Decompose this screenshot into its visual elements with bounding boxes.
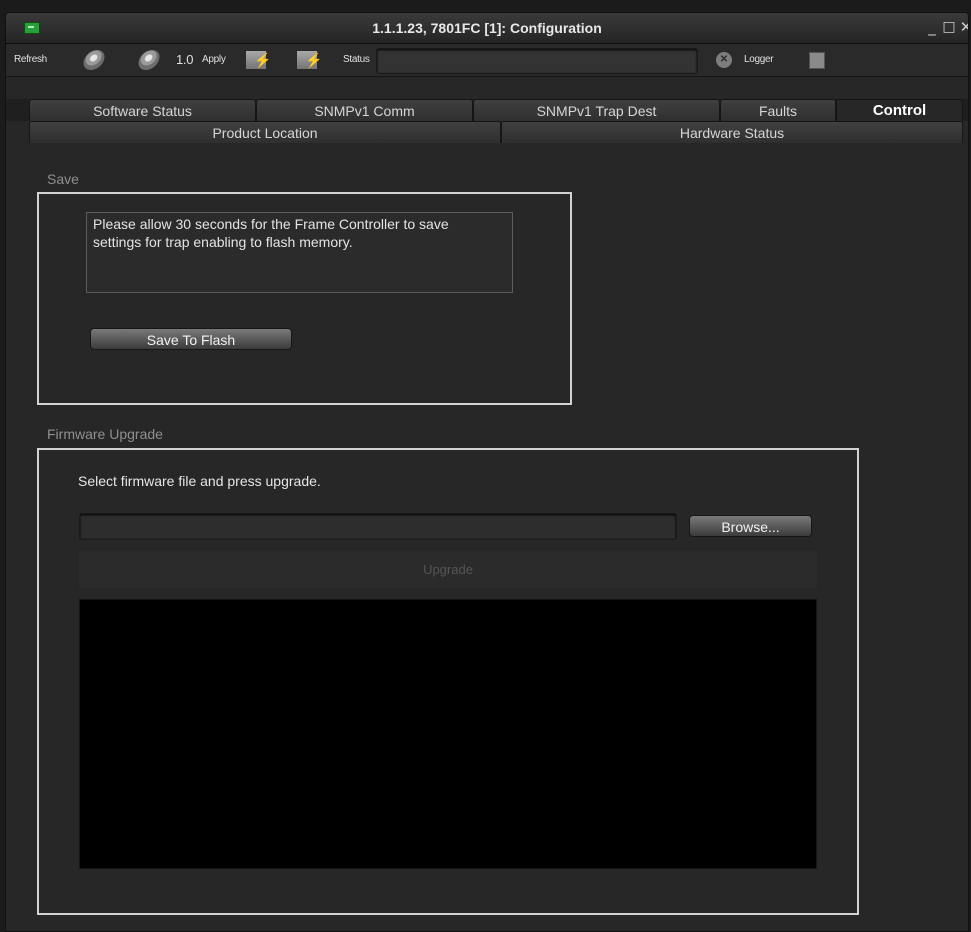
tab-software-status[interactable]: Software Status [29, 99, 256, 121]
refresh-label: Refresh [14, 54, 47, 65]
status-field [376, 48, 698, 74]
upgrade-log-output [79, 599, 817, 869]
toolbar: Refresh 1.0 Apply Status ✕ Logger [6, 44, 968, 77]
apply-label: Apply [202, 54, 226, 65]
window-title: 1.1.1.23, 7801FC [1]: Configuration [372, 20, 602, 36]
tab-row-1: Software Status SNMPv1 Comm SNMPv1 Trap … [6, 99, 968, 122]
save-to-flash-button[interactable]: Save To Flash [90, 328, 292, 350]
tab-snmpv1-comm[interactable]: SNMPv1 Comm [256, 99, 473, 121]
version-label: 1.0 [176, 52, 194, 67]
flash-icon[interactable] [297, 51, 322, 69]
close-circle-icon[interactable]: ✕ [716, 52, 732, 68]
firmware-group-title: Firmware Upgrade [47, 426, 163, 442]
upgrade-button[interactable]: Upgrade [79, 551, 817, 588]
flash-icon[interactable] [246, 51, 271, 69]
save-group-title: Save [47, 171, 79, 187]
tab-faults[interactable]: Faults [720, 99, 836, 121]
tab-row-2: Product Location Hardware Status [6, 121, 968, 144]
configuration-window: 1.1.1.23, 7801FC [1]: Configuration _ □ … [5, 12, 969, 932]
title-bar[interactable]: 1.1.1.23, 7801FC [1]: Configuration _ □ … [6, 13, 968, 44]
refresh-gear-icon[interactable] [135, 50, 163, 70]
tab-control[interactable]: Control [836, 99, 963, 121]
refresh-gear-icon[interactable] [80, 50, 108, 70]
tab-snmpv1-trap-dest[interactable]: SNMPv1 Trap Dest [473, 99, 720, 121]
minimize-button[interactable]: _ [924, 18, 940, 36]
save-message: Please allow 30 seconds for the Frame Co… [86, 212, 513, 293]
maximize-button[interactable]: □ [941, 18, 957, 36]
firmware-instruction: Select firmware file and press upgrade. [78, 473, 321, 489]
close-button[interactable]: ✕ [958, 18, 968, 36]
logger-label: Logger [744, 54, 774, 65]
tab-hardware-status[interactable]: Hardware Status [501, 121, 963, 143]
status-label: Status [343, 54, 370, 65]
firmware-file-input[interactable] [79, 513, 677, 540]
browse-button[interactable]: Browse... [689, 515, 812, 537]
tab-product-location[interactable]: Product Location [29, 121, 501, 143]
logger-icon[interactable] [809, 52, 825, 69]
